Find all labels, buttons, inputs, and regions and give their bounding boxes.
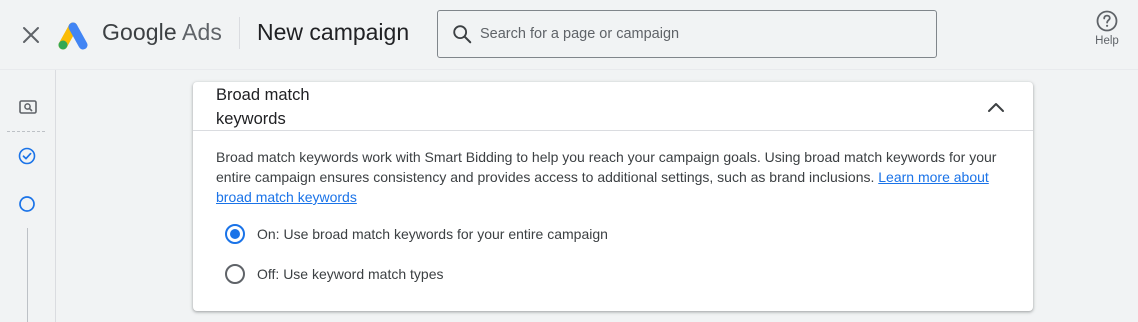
check-circle-icon — [18, 147, 36, 165]
broad-match-card: Broad match keywords Broad match keyword… — [193, 82, 1033, 311]
help-circle-icon — [1096, 10, 1118, 32]
chevron-up-icon — [988, 103, 1004, 112]
card-header[interactable]: Broad match keywords — [193, 82, 1033, 131]
google-ads-logo — [58, 22, 88, 50]
page-title: New campaign — [257, 19, 410, 45]
top-app-bar: Google Ads New campaign Help — [0, 0, 1138, 69]
rail-step-search-preview[interactable] — [17, 98, 39, 116]
brand-name: Google Ads — [102, 19, 222, 46]
search-box[interactable] — [437, 10, 937, 58]
help-button[interactable]: Help — [1086, 9, 1128, 53]
radio-label-on: On: Use broad match keywords for your en… — [257, 226, 608, 242]
search-preview-icon — [19, 100, 37, 114]
card-title: Broad match keywords — [216, 86, 310, 128]
left-step-rail — [0, 70, 56, 322]
radio-button-off[interactable] — [225, 264, 245, 284]
radio-label-off: Off: Use keyword match types — [257, 266, 444, 282]
rail-step-completed[interactable] — [16, 145, 38, 167]
rail-separator — [7, 131, 45, 132]
radio-button-on[interactable] — [225, 224, 245, 244]
collapse-button[interactable] — [983, 94, 1009, 120]
header-bottom-border — [0, 69, 1138, 70]
search-icon — [453, 25, 472, 44]
empty-circle-icon — [19, 196, 35, 212]
brand-google: Google — [102, 19, 177, 45]
rail-connector-line — [27, 228, 28, 322]
close-icon — [23, 27, 39, 43]
header-divider — [239, 17, 240, 49]
rail-step-current[interactable] — [16, 193, 38, 215]
radio-option-on[interactable]: On: Use broad match keywords for your en… — [225, 224, 608, 244]
card-description: Broad match keywords work with Smart Bid… — [216, 147, 1016, 207]
close-button[interactable] — [18, 22, 44, 48]
help-label: Help — [1095, 35, 1119, 47]
brand-ads: Ads — [182, 19, 222, 45]
radio-option-off[interactable]: Off: Use keyword match types — [225, 264, 443, 284]
search-input[interactable] — [480, 20, 920, 48]
